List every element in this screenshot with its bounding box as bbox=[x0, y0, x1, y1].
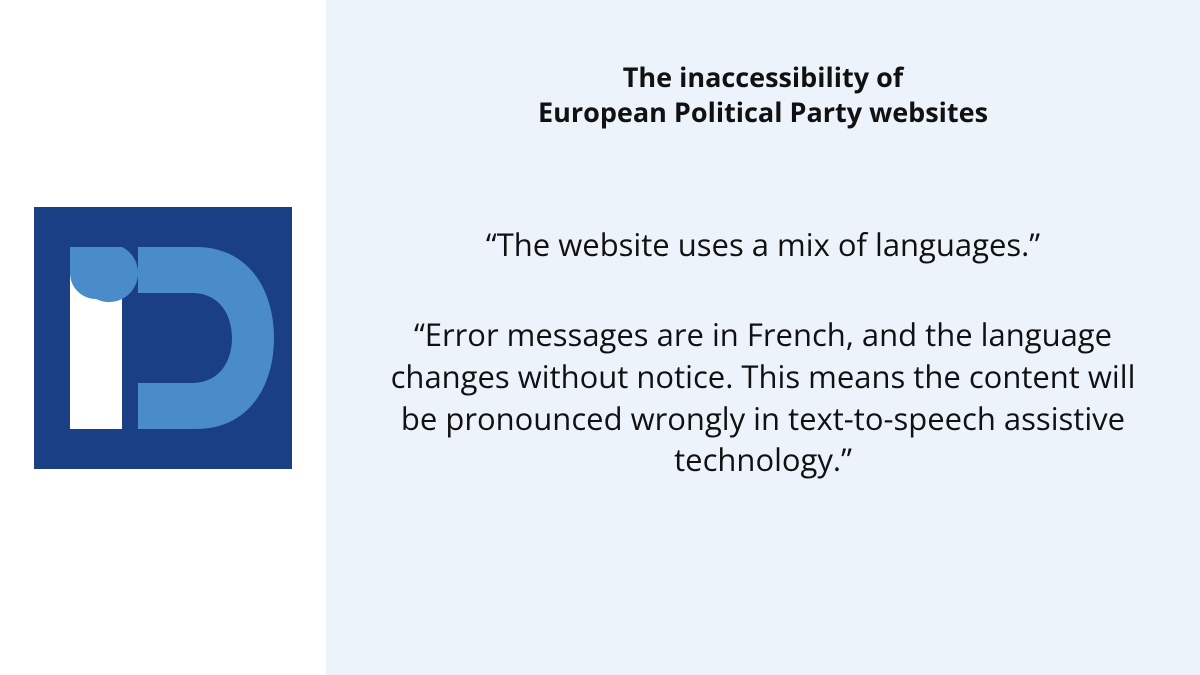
quote-2: “Error messages are in French, and the l… bbox=[390, 315, 1136, 482]
text-panel: The inaccessibility of European Politica… bbox=[326, 0, 1200, 675]
quote-1: “The website uses a mix of languages.” bbox=[390, 225, 1136, 267]
id-party-logo bbox=[34, 207, 292, 469]
title-line-2: European Political Party websites bbox=[538, 93, 988, 130]
logo-panel bbox=[0, 0, 326, 675]
title-line-1: The inaccessibility of bbox=[623, 58, 904, 95]
slide-title: The inaccessibility of European Politica… bbox=[390, 60, 1136, 129]
